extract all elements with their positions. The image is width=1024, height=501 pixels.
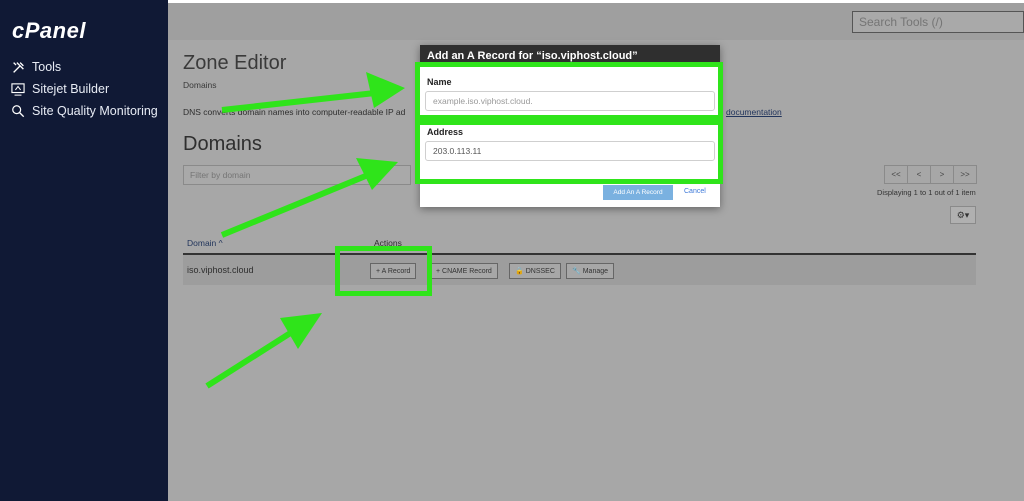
arrow-to-address-field <box>220 158 398 238</box>
arrow-to-a-record-button <box>205 313 322 389</box>
arrow-to-name-field <box>221 72 405 113</box>
annotation-arrows <box>205 72 405 389</box>
